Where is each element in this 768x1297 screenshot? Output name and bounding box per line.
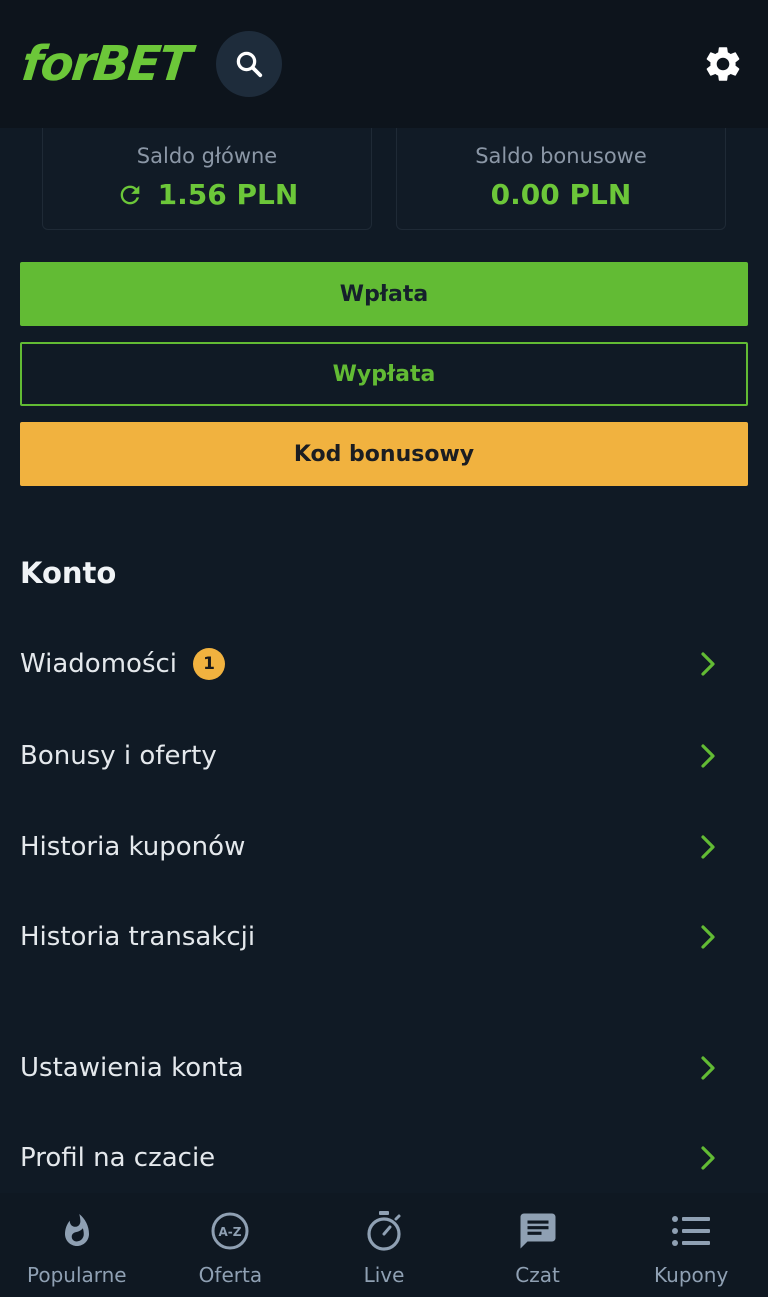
nav-item-offer[interactable]: A-Z Oferta bbox=[154, 1193, 308, 1297]
header: forBET bbox=[0, 0, 768, 128]
list-icon bbox=[669, 1209, 713, 1253]
nav-item-chat[interactable]: Czat bbox=[461, 1193, 615, 1297]
nav-label: Czat bbox=[515, 1263, 560, 1287]
search-button[interactable] bbox=[215, 31, 282, 97]
forbet-logo[interactable]: forBET bbox=[19, 36, 193, 92]
stopwatch-icon bbox=[362, 1209, 406, 1253]
unread-badge: 1 bbox=[193, 648, 226, 680]
nav-item-live[interactable]: Live bbox=[307, 1193, 461, 1297]
nav-label: Oferta bbox=[198, 1263, 263, 1287]
menu-item-transaction-history[interactable]: Historia transakcji bbox=[20, 907, 720, 967]
bonus-balance-value: 0.00 PLN bbox=[490, 178, 632, 211]
menu-item-bonuses[interactable]: Bonusy i oferty bbox=[20, 726, 720, 786]
bottom-nav: Popularne A-Z Oferta Live Czat Kupony bbox=[0, 1193, 768, 1297]
bonus-balance-label: Saldo bonusowe bbox=[475, 144, 647, 168]
section-title-account: Konto bbox=[20, 556, 117, 590]
menu-item-account-settings[interactable]: Ustawienia konta bbox=[20, 1038, 720, 1098]
menu-item-label: Bonusy i oferty bbox=[20, 741, 217, 771]
menu-item-label: Ustawienia konta bbox=[20, 1053, 244, 1083]
menu-item-label: Wiadomości bbox=[20, 649, 178, 679]
nav-label: Kupony bbox=[654, 1263, 729, 1287]
chevron-right-icon bbox=[696, 744, 720, 768]
menu-item-coupon-history[interactable]: Historia kuponów bbox=[20, 817, 720, 877]
nav-item-coupons[interactable]: Kupony bbox=[614, 1193, 768, 1297]
flame-icon bbox=[55, 1209, 99, 1253]
nav-item-popular[interactable]: Popularne bbox=[0, 1193, 154, 1297]
menu-item-label: Historia kuponów bbox=[20, 832, 246, 862]
menu-item-messages[interactable]: Wiadomości 1 bbox=[20, 634, 720, 694]
gear-icon bbox=[706, 47, 740, 81]
menu-item-chat-profile[interactable]: Profil na czacie bbox=[20, 1128, 720, 1188]
refresh-icon[interactable] bbox=[116, 181, 144, 209]
main-balance-value-row: 1.56 PLN bbox=[116, 178, 299, 211]
bonus-code-button[interactable]: Kod bonusowy bbox=[20, 422, 748, 486]
search-icon bbox=[236, 51, 262, 78]
menu-item-label: Profil na czacie bbox=[20, 1143, 216, 1173]
chevron-right-icon bbox=[696, 652, 720, 676]
nav-label: Popularne bbox=[26, 1263, 127, 1287]
chat-icon bbox=[516, 1209, 560, 1253]
page: forBET Saldo główne 1.56 PLN Saldo bonus… bbox=[0, 0, 768, 1297]
chevron-right-icon bbox=[696, 1056, 720, 1080]
withdraw-button[interactable]: Wypłata bbox=[20, 342, 748, 406]
chevron-right-icon bbox=[696, 925, 720, 949]
chevron-right-icon bbox=[696, 835, 720, 859]
az-icon: A-Z bbox=[208, 1209, 252, 1253]
deposit-button[interactable]: Wpłata bbox=[20, 262, 748, 326]
settings-button[interactable] bbox=[700, 41, 746, 87]
main-balance-value: 1.56 PLN bbox=[157, 178, 299, 211]
svg-text:A-Z: A-Z bbox=[219, 1225, 242, 1239]
main-balance-label: Saldo główne bbox=[136, 144, 278, 168]
chevron-right-icon bbox=[696, 1146, 720, 1170]
nav-label: Live bbox=[363, 1263, 405, 1287]
menu-item-label: Historia transakcji bbox=[20, 922, 256, 952]
